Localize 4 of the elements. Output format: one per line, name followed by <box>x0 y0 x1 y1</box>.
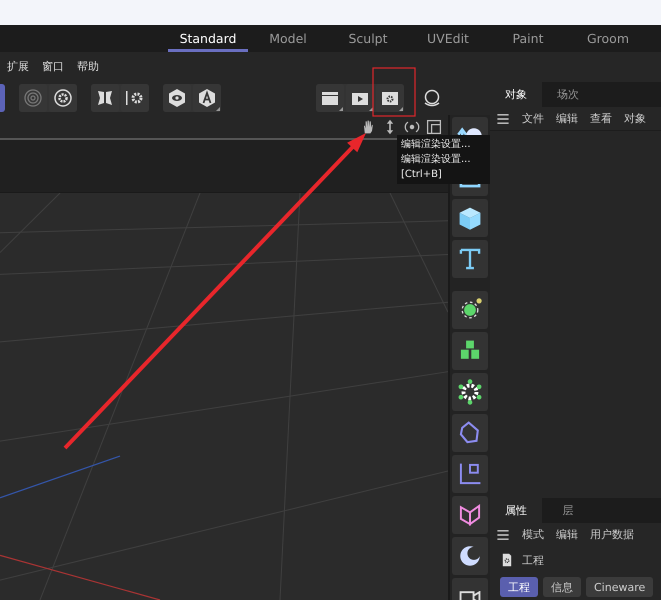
tooltip-text: 编辑渲染设置... <box>401 152 471 167</box>
tooltip-text: [Ctrl+B] <box>401 168 442 182</box>
tooltip-text: 编辑渲染设置... <box>401 138 471 152</box>
project-title: 工程 <box>522 552 544 568</box>
